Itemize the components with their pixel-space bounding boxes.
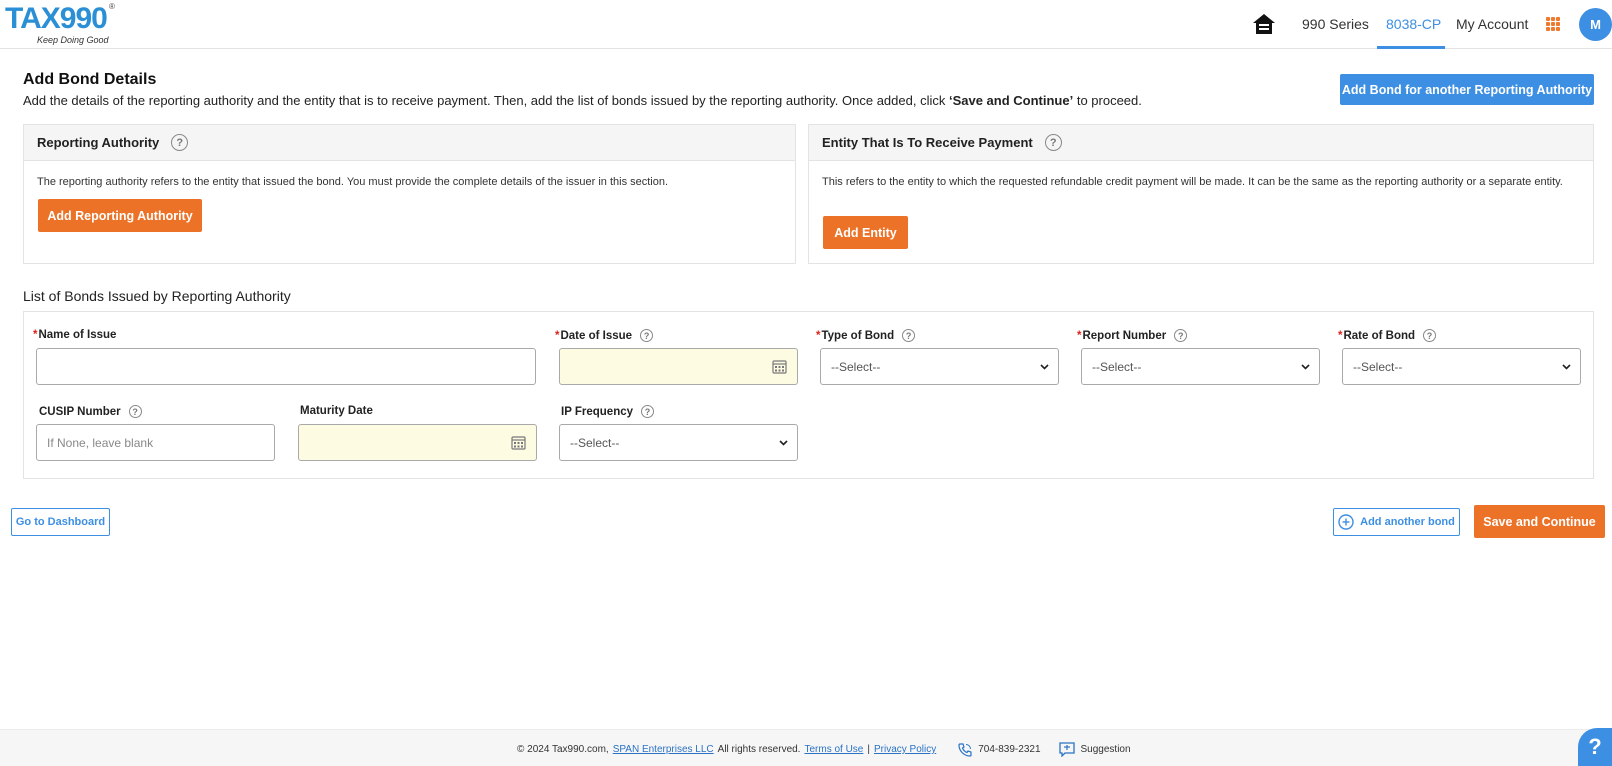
footer-privacy-link[interactable]: Privacy Policy	[874, 744, 936, 755]
logo-registered-mark: ®	[109, 2, 115, 11]
help-icon[interactable]: ?	[1174, 329, 1188, 342]
report-number-value: --Select--	[1092, 359, 1142, 374]
help-icon[interactable]: ?	[1044, 134, 1062, 151]
plus-circle-icon	[1338, 514, 1354, 530]
date-of-issue-input[interactable]	[559, 348, 798, 385]
rate-of-bond-value: --Select--	[1353, 359, 1403, 374]
chevron-down-icon	[1040, 364, 1049, 370]
suggestion-icon	[1058, 742, 1075, 757]
bonds-section-title: List of Bonds Issued by Reporting Author…	[23, 288, 291, 304]
type-of-bond-select[interactable]: --Select--	[820, 348, 1059, 385]
top-navbar: TAX990 ® Keep Doing Good 990 Series 8038…	[0, 0, 1612, 49]
cusip-number-input[interactable]: If None, leave blank	[36, 424, 275, 461]
reporting-authority-header: Reporting Authority ?	[24, 125, 795, 161]
entity-title: Entity That Is To Receive Payment	[822, 135, 1033, 150]
grid-icon[interactable]	[1546, 17, 1560, 31]
footer-separator: |	[867, 744, 870, 755]
footer-phone[interactable]: 704-839-2321	[978, 744, 1040, 755]
footer-company-link[interactable]: SPAN Enterprises LLC	[613, 744, 714, 755]
bond-form: * Name of Issue * Date of Issue ? * Type of…	[23, 311, 1594, 479]
home-icon[interactable]	[1252, 13, 1276, 35]
date-of-issue-label: * Date of Issue ?	[555, 329, 654, 342]
help-icon[interactable]: ?	[641, 405, 655, 418]
add-another-bond-label: Add another bond	[1360, 516, 1455, 528]
type-of-bond-label-text: Type of Bond	[821, 329, 895, 342]
add-another-bond-button[interactable]: Add another bond	[1333, 508, 1460, 536]
page-description-end: to proceed.	[1073, 93, 1142, 108]
ip-frequency-label-text: IP Frequency	[561, 405, 634, 418]
nav-my-account[interactable]: My Account	[1456, 16, 1528, 32]
page-description-bold: ‘Save and Continue’	[948, 93, 1074, 108]
required-mark: *	[33, 329, 38, 341]
help-icon[interactable]: ?	[171, 134, 189, 151]
required-mark: *	[555, 329, 560, 342]
reporting-authority-text: The reporting authority refers to the en…	[37, 176, 669, 188]
help-chat-button[interactable]: ?	[1578, 728, 1612, 766]
report-number-select[interactable]: --Select--	[1081, 348, 1320, 385]
chevron-down-icon	[1562, 364, 1571, 370]
maturity-date-input[interactable]	[298, 424, 537, 461]
rate-of-bond-label-text: Rate of Bond	[1343, 329, 1416, 342]
add-reporting-authority-button[interactable]: Add Reporting Authority	[38, 199, 202, 232]
required-mark: *	[1077, 329, 1082, 342]
help-icon[interactable]: ?	[640, 329, 654, 342]
help-icon[interactable]: ?	[1423, 329, 1437, 342]
entity-card: Entity That Is To Receive Payment ? This…	[808, 124, 1594, 264]
add-bond-another-authority-button[interactable]: Add Bond for another Reporting Authority	[1340, 74, 1594, 105]
help-icon[interactable]: ?	[902, 329, 916, 342]
name-of-issue-input[interactable]	[36, 348, 536, 385]
report-number-label: * Report Number ?	[1077, 329, 1188, 342]
footer-rights: All rights reserved.	[717, 744, 801, 755]
footer-copyright: © 2024 Tax990.com,	[517, 744, 609, 755]
report-number-label-text: Report Number	[1082, 329, 1167, 342]
maturity-date-label-text: Maturity Date	[300, 405, 373, 417]
reporting-authority-title: Reporting Authority	[37, 135, 160, 150]
maturity-date-label: Maturity Date	[300, 405, 373, 417]
type-of-bond-value: --Select--	[831, 359, 881, 374]
phone-icon	[958, 742, 972, 757]
tax990-logo[interactable]: TAX990 ® Keep Doing Good	[5, 2, 115, 46]
entity-text: This refers to the entity to which the r…	[822, 176, 1563, 188]
cusip-number-label-text: CUSIP Number	[39, 405, 121, 418]
name-of-issue-label-text: Name of Issue	[38, 329, 117, 341]
chevron-down-icon	[779, 440, 788, 446]
logo-tagline: Keep Doing Good	[37, 35, 109, 45]
nav-active-indicator	[1377, 46, 1445, 49]
date-of-issue-label-text: Date of Issue	[560, 329, 633, 342]
footer: © 2024 Tax990.com, SPAN Enterprises LLC …	[0, 729, 1612, 766]
reporting-authority-card: Reporting Authority ? The reporting auth…	[23, 124, 796, 264]
go-to-dashboard-button[interactable]: Go to Dashboard	[11, 508, 110, 536]
nav-990-series[interactable]: 990 Series	[1302, 16, 1369, 32]
chevron-down-icon	[1301, 364, 1310, 370]
ip-frequency-select[interactable]: --Select--	[559, 424, 798, 461]
required-mark: *	[1338, 329, 1343, 342]
page-description: Add the details of the reporting authori…	[23, 93, 1142, 108]
calendar-icon[interactable]	[772, 359, 787, 374]
required-mark: *	[816, 329, 821, 342]
rate-of-bond-select[interactable]: --Select--	[1342, 348, 1581, 385]
page-description-text: Add the details of the reporting authori…	[23, 93, 949, 108]
rate-of-bond-label: * Rate of Bond ?	[1338, 329, 1437, 342]
footer-suggestion[interactable]: Suggestion	[1081, 744, 1131, 755]
ip-frequency-value: --Select--	[570, 435, 620, 450]
cusip-number-label: CUSIP Number ?	[39, 405, 142, 418]
page-title: Add Bond Details	[23, 71, 157, 88]
logo-text: TAX990	[5, 2, 108, 35]
add-entity-button[interactable]: Add Entity	[823, 216, 908, 249]
calendar-icon[interactable]	[511, 435, 526, 450]
entity-header: Entity That Is To Receive Payment ?	[809, 125, 1593, 161]
avatar[interactable]: M	[1579, 8, 1612, 41]
save-and-continue-button[interactable]: Save and Continue	[1474, 505, 1605, 538]
name-of-issue-label: * Name of Issue	[33, 329, 116, 341]
nav-8038-cp[interactable]: 8038-CP	[1386, 16, 1441, 32]
ip-frequency-label: IP Frequency ?	[561, 405, 655, 418]
type-of-bond-label: * Type of Bond ?	[816, 329, 916, 342]
footer-content: © 2024 Tax990.com, SPAN Enterprises LLC …	[517, 742, 1131, 757]
footer-terms-link[interactable]: Terms of Use	[804, 744, 863, 755]
help-icon[interactable]: ?	[128, 405, 142, 418]
